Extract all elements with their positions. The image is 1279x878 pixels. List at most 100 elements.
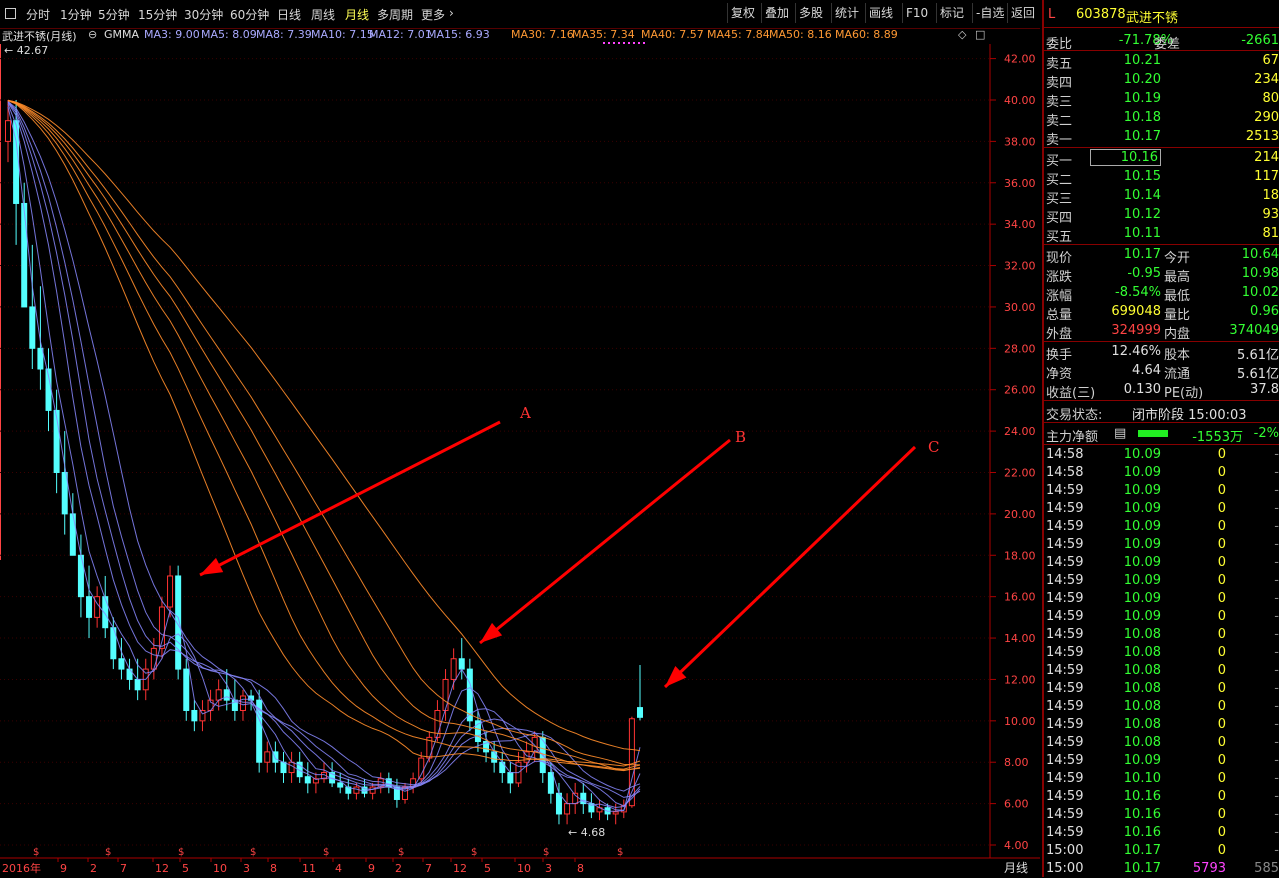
toolbar-button-5[interactable]: F10	[902, 3, 931, 23]
ask-volume: 2513	[1245, 129, 1279, 144]
tick-row[interactable]: 14:59 10.09 0 -	[1044, 518, 1279, 536]
candle-body	[547, 772, 554, 794]
tick-time: 15:00	[1046, 861, 1084, 876]
ma-label: MA50: 8.16	[769, 28, 832, 41]
window-square-icon[interactable]	[5, 8, 16, 19]
bid-price[interactable]: 10.15	[1124, 169, 1161, 184]
tick-row[interactable]: 14:59 10.16 0 -	[1044, 788, 1279, 806]
tick-row[interactable]: 14:58 10.09 0 -	[1044, 464, 1279, 482]
bid-price[interactable]: 10.16	[1089, 149, 1161, 166]
tick-price: 10.10	[1123, 771, 1161, 786]
toolbar-button-6[interactable]: 标记	[936, 3, 967, 23]
tick-price: 10.16	[1123, 825, 1161, 840]
fund-label: 净资	[1046, 367, 1073, 382]
x-tick-label: 8	[270, 862, 277, 875]
tick-row[interactable]: 14:59 10.08 0 -	[1044, 698, 1279, 716]
toolbar-button-0[interactable]: 复权	[727, 3, 758, 23]
tick-row[interactable]: 14:59 10.16 0 -	[1044, 806, 1279, 824]
candle-body	[612, 811, 619, 815]
tick-volume: 0	[1217, 501, 1226, 516]
tick-time: 14:59	[1046, 483, 1084, 498]
tab-5[interactable]: 60分钟	[230, 6, 269, 23]
tick-time: 14:58	[1046, 465, 1084, 480]
bid-price[interactable]: 10.11	[1124, 226, 1161, 241]
toolbar-button-2[interactable]: 多股	[795, 3, 826, 23]
tick-time: 14:59	[1046, 591, 1084, 606]
y-tick-label: 4.00	[1004, 839, 1029, 852]
ask-label: 卖一	[1046, 133, 1073, 148]
tick-row[interactable]: 14:59 10.09 0 -	[1044, 554, 1279, 572]
diamond-icon[interactable]: ◇	[958, 28, 966, 41]
tick-row[interactable]: 14:59 10.09 0 -	[1044, 608, 1279, 626]
tick-row[interactable]: 14:59 10.09 0 -	[1044, 500, 1279, 518]
x-tick-label: 7	[425, 862, 432, 875]
tick-row[interactable]: 14:58 10.09 0 -	[1044, 446, 1279, 464]
ask-row: 卖五 10.21 67	[1044, 52, 1279, 72]
chevron-right-icon[interactable]: ›	[449, 6, 454, 20]
ask-price[interactable]: 10.20	[1124, 72, 1161, 87]
tick-row[interactable]: 15:00 10.17 5793 585	[1044, 860, 1279, 878]
fund-value: 12.46%	[1111, 344, 1161, 359]
tick-direction: -	[1274, 609, 1279, 624]
kline-chart[interactable]: 4.00 6.00 8.00 10.00 12.00 14.00 16.00 18.00 20.…	[0, 0, 1040, 877]
tick-row[interactable]: 14:59 10.09 0 -	[1044, 482, 1279, 500]
tab-9[interactable]: 多周期	[377, 6, 413, 23]
tick-row[interactable]: 14:59 10.08 0 -	[1044, 680, 1279, 698]
tick-time: 14:59	[1046, 573, 1084, 588]
ask-price[interactable]: 10.17	[1124, 129, 1161, 144]
toolbar-button-8[interactable]: 返回	[1007, 3, 1038, 23]
ma-label: MA10: 7.15	[311, 28, 374, 41]
tick-volume: 0	[1217, 537, 1226, 552]
expand-icon[interactable]: □	[975, 28, 985, 41]
bid-price[interactable]: 10.12	[1124, 207, 1161, 222]
tick-row[interactable]: 14:59 10.08 0 -	[1044, 716, 1279, 734]
ask-price[interactable]: 10.19	[1124, 91, 1161, 106]
tick-direction: -	[1274, 627, 1279, 642]
tick-row[interactable]: 14:59 10.09 0 -	[1044, 752, 1279, 770]
tick-row[interactable]: 14:59 10.08 0 -	[1044, 644, 1279, 662]
tab-0[interactable]: 分时	[26, 6, 50, 23]
tick-row[interactable]: 15:00 10.17 0 -	[1044, 842, 1279, 860]
tick-row[interactable]: 14:59 10.08 0 -	[1044, 626, 1279, 644]
tick-row[interactable]: 14:59 10.08 0 -	[1044, 734, 1279, 752]
indicator-name[interactable]: GMMA	[104, 28, 139, 41]
list-icon[interactable]: ▤	[1114, 426, 1126, 441]
bid-volume: 214	[1254, 150, 1279, 165]
tab-7[interactable]: 周线	[311, 6, 335, 23]
bid-price[interactable]: 10.14	[1124, 188, 1161, 203]
tab-6[interactable]: 日线	[277, 6, 301, 23]
tick-row[interactable]: 14:59 10.08 0 -	[1044, 662, 1279, 680]
tab-8[interactable]: 月线	[345, 6, 369, 23]
tab-3[interactable]: 15分钟	[138, 6, 177, 23]
tick-price: 10.09	[1123, 465, 1161, 480]
candle-body	[304, 776, 311, 784]
tick-price: 10.08	[1123, 645, 1161, 660]
toolbar-button-4[interactable]: 画线	[865, 3, 896, 23]
toolbar-button-3[interactable]: 统计	[831, 3, 862, 23]
x-tick-label: 10	[517, 862, 531, 875]
candle-body	[86, 596, 93, 618]
tick-direction: -	[1274, 519, 1279, 534]
tick-price: 10.09	[1123, 501, 1161, 516]
y-tick-label: 40.00	[1004, 94, 1036, 107]
dividend-marker-icon: $	[105, 847, 111, 858]
bid-row: 买五 10.11 81	[1044, 225, 1279, 245]
dividend-marker-icon: $	[543, 847, 549, 858]
tick-row[interactable]: 14:59 10.16 0 -	[1044, 824, 1279, 842]
tick-row[interactable]: 14:59 10.09 0 -	[1044, 572, 1279, 590]
tick-row[interactable]: 14:59 10.10 0 -	[1044, 770, 1279, 788]
tick-direction: -	[1274, 699, 1279, 714]
quote-label: 总量	[1046, 308, 1073, 323]
tab-2[interactable]: 5分钟	[98, 6, 130, 23]
ask-price[interactable]: 10.21	[1124, 53, 1161, 68]
tick-time: 14:59	[1046, 627, 1084, 642]
tab-4[interactable]: 30分钟	[184, 6, 223, 23]
tick-row[interactable]: 14:59 10.09 0 -	[1044, 590, 1279, 608]
tab-1[interactable]: 1分钟	[60, 6, 92, 23]
indicator-toggle-icon[interactable]: ⊖	[88, 28, 97, 41]
ask-price[interactable]: 10.18	[1124, 110, 1161, 125]
tick-row[interactable]: 14:59 10.09 0 -	[1044, 536, 1279, 554]
toolbar-button-7[interactable]: -自选	[972, 3, 1007, 23]
toolbar-button-1[interactable]: 叠加	[761, 3, 792, 23]
tab-10[interactable]: 更多	[421, 6, 445, 23]
